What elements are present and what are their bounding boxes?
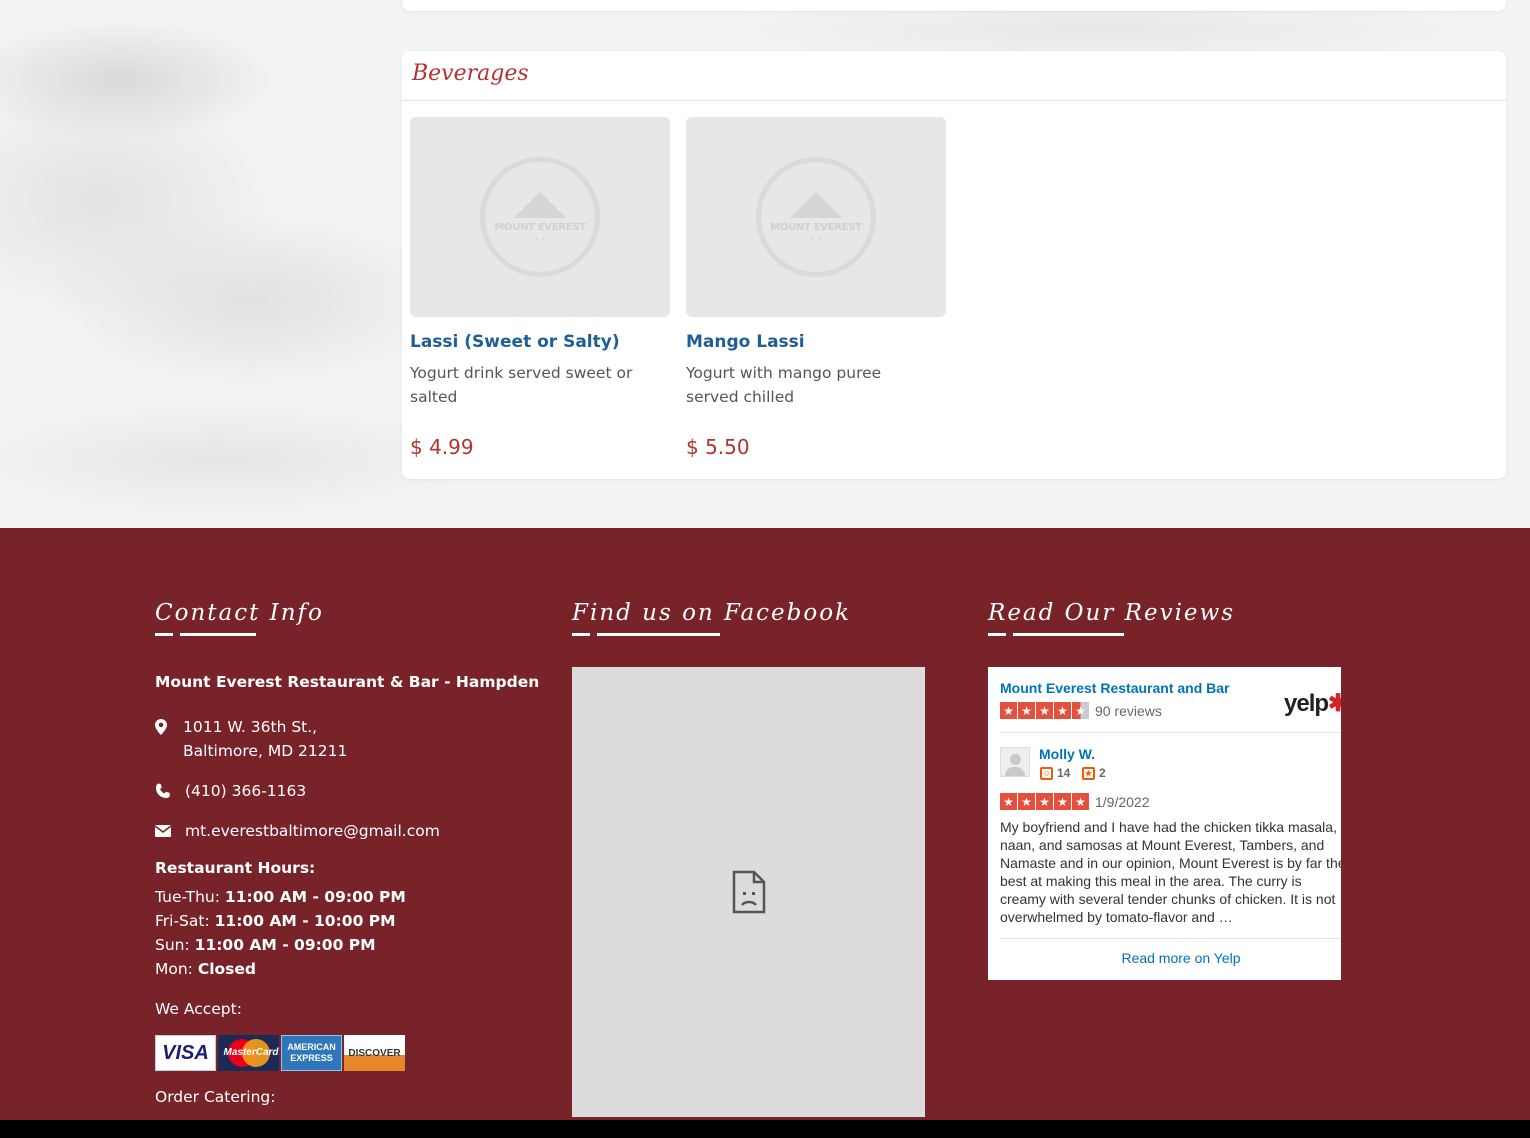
hours-row: Fri-Sat: 11:00 AM - 10:00 PM xyxy=(155,912,396,930)
item-image[interactable]: MOUNT EVEREST ✦ ✦ xyxy=(410,117,670,317)
we-accept-label: We Accept: xyxy=(155,1000,242,1018)
review-rating: ★ ★ ★ ★ ★ 1/9/2022 xyxy=(1000,793,1150,810)
review-text: My boyfriend and I have had the chicken … xyxy=(1000,819,1341,925)
item-name[interactable]: Lassi (Sweet or Salty) xyxy=(410,332,670,352)
phone-number: (410) 366-1163 xyxy=(185,782,307,800)
star-icon: ★ xyxy=(1054,793,1071,810)
bottom-bar xyxy=(0,1120,1530,1138)
review-stars: ★ ★ ★ ★ ★ xyxy=(1000,793,1089,810)
restaurant-logo-icon: MOUNT EVEREST ✦ ✦ xyxy=(756,157,876,277)
divider xyxy=(1000,938,1341,939)
payment-cards: VISA MasterCard AMERICAN EXPRESS DISCOVE… xyxy=(155,1035,545,1071)
broken-page-icon xyxy=(732,870,765,914)
item-price: $ 4.99 xyxy=(410,435,474,459)
facebook-column: Find us on Facebook xyxy=(572,600,925,1117)
hours-row: Mon: Closed xyxy=(155,960,257,978)
email-link[interactable]: mt.everestbaltimore@gmail.com xyxy=(185,819,440,843)
map-pin-icon xyxy=(155,715,183,739)
menu-item[interactable]: MOUNT EVEREST ✦ ✦ Lassi (Sweet or Salty)… xyxy=(410,117,670,459)
restaurant-logo-icon: MOUNT EVEREST ✦ ✦ xyxy=(480,157,600,277)
review-count: 90 reviews xyxy=(1095,702,1162,719)
hours-title: Restaurant Hours: xyxy=(155,859,316,877)
star-icon: ★ xyxy=(1018,702,1035,719)
star-icon: ★ xyxy=(1036,793,1053,810)
previous-section-card xyxy=(402,0,1506,11)
item-description: Yogurt drink served sweet or salted xyxy=(410,364,633,406)
star-icon: ★ xyxy=(1018,793,1035,810)
title-underline xyxy=(155,633,545,636)
facebook-embed[interactable] xyxy=(572,667,925,1117)
divider xyxy=(1000,732,1341,733)
hours-list: Tue-Thu: 11:00 AM - 09:00 PM Fri-Sat: 11… xyxy=(155,885,545,981)
mastercard-icon: MasterCard xyxy=(218,1035,279,1071)
star-icon: ★ xyxy=(1000,793,1017,810)
envelope-icon xyxy=(155,819,185,843)
hours-row: Tue-Thu: 11:00 AM - 09:00 PM xyxy=(155,888,406,906)
friends-count: ☺ 14 xyxy=(1040,766,1070,780)
business-rating: ★ ★ ★ ★ ★ 90 reviews xyxy=(1000,702,1162,719)
phone-row[interactable]: (410) 366-1163 xyxy=(155,779,545,803)
star-half-icon: ★ xyxy=(1072,702,1089,719)
rating-stars: ★ ★ ★ ★ ★ xyxy=(1000,702,1089,719)
review-star-icon: ★ xyxy=(1082,766,1095,780)
item-image[interactable]: MOUNT EVEREST ✦ ✦ xyxy=(686,117,946,317)
address-line2: Baltimore, MD 21211 xyxy=(183,742,348,760)
reviews-count: ★ 2 xyxy=(1082,766,1106,780)
business-name: Mount Everest Restaurant & Bar - Hampden xyxy=(155,673,540,691)
site-footer: Contact Info Mount Everest Restaurant & … xyxy=(0,528,1530,1128)
beverages-section: Beverages MOUNT EVEREST ✦ ✦ Lassi (Sweet… xyxy=(402,51,1506,479)
yelp-business-link[interactable]: Mount Everest Restaurant and Bar xyxy=(1000,680,1230,696)
item-price: $ 5.50 xyxy=(686,435,750,459)
email-row[interactable]: mt.everestbaltimore@gmail.com xyxy=(155,819,545,843)
star-icon: ★ xyxy=(1000,702,1017,719)
star-icon: ★ xyxy=(1036,702,1053,719)
avatar[interactable] xyxy=(1000,747,1030,777)
contact-title: Contact Info xyxy=(155,600,324,626)
reviewer-name[interactable]: Molly W. xyxy=(1039,746,1095,762)
friends-icon: ☺ xyxy=(1040,766,1053,780)
review-date: 1/9/2022 xyxy=(1095,793,1150,810)
menu-item[interactable]: MOUNT EVEREST ✦ ✦ Mango Lassi Yogurt wit… xyxy=(686,117,946,459)
star-icon: ★ xyxy=(1072,793,1089,810)
section-title: Beverages xyxy=(412,61,529,86)
contact-column: Contact Info Mount Everest Restaurant & … xyxy=(155,600,545,1128)
star-icon: ★ xyxy=(1054,702,1071,719)
section-header: Beverages xyxy=(402,51,1506,101)
amex-icon: AMERICAN EXPRESS xyxy=(281,1035,342,1071)
hours-row: Sun: 11:00 AM - 09:00 PM xyxy=(155,936,376,954)
item-name[interactable]: Mango Lassi xyxy=(686,332,946,352)
yelp-logo-icon[interactable]: yelp✱ xyxy=(1284,689,1341,718)
reviews-column: Read Our Reviews Mount Everest Restauran… xyxy=(988,600,1341,980)
visa-icon: VISA xyxy=(155,1035,216,1071)
yelp-review-widget: Mount Everest Restaurant and Bar ★ ★ ★ ★ ★ 9… xyxy=(988,667,1341,980)
read-more-link[interactable]: Read more on Yelp xyxy=(988,950,1341,966)
facebook-title: Find us on Facebook xyxy=(572,600,852,626)
address-row[interactable]: 1011 W. 36th St., Baltimore, MD 21211 xyxy=(155,715,545,763)
item-description: Yogurt with mango puree served chilled xyxy=(686,364,882,406)
address-line1: 1011 W. 36th St., xyxy=(183,718,318,736)
order-catering-label: Order Catering: xyxy=(155,1088,276,1106)
discover-icon: DISCOVER xyxy=(344,1035,405,1071)
title-underline xyxy=(988,633,1341,636)
phone-icon xyxy=(155,779,185,803)
reviews-title: Read Our Reviews xyxy=(988,600,1236,626)
title-underline xyxy=(572,633,925,636)
